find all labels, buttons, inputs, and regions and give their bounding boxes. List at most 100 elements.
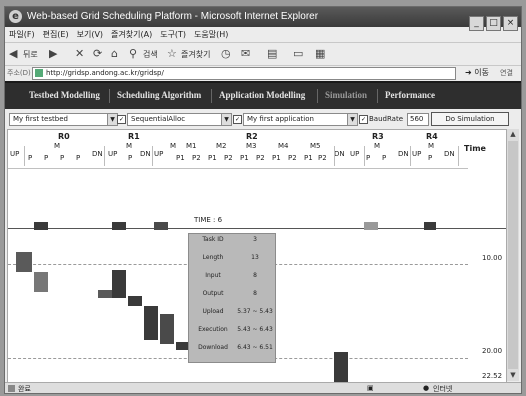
do-simulation-button[interactable]: Do Simulation [431, 112, 509, 126]
algorithm-select[interactable]: SequentialAlloc ▼ [127, 113, 232, 126]
popup-value: 13 [251, 254, 259, 261]
task-bar[interactable] [98, 290, 112, 298]
channel-label: UP [350, 150, 360, 158]
nav-performance[interactable]: Performance [385, 90, 435, 100]
machine-label: M5 [310, 142, 321, 150]
processor-label: P2 [318, 154, 327, 162]
menu-view[interactable]: 보기(V) [73, 28, 107, 41]
popup-value: 5.37 ~ 5.43 [237, 308, 273, 315]
task-bar[interactable] [364, 222, 378, 230]
go-button-label: 이동 [474, 68, 489, 77]
menu-file[interactable]: 파일(F) [5, 28, 39, 41]
processor-label: P [60, 154, 65, 162]
task-bar[interactable] [128, 296, 142, 306]
back-arrow-icon[interactable]: ◀ [9, 47, 17, 61]
forward-arrow-icon[interactable]: ▶ [49, 47, 57, 61]
task-bar[interactable] [160, 314, 174, 344]
machine-label: M [374, 142, 381, 150]
channel-label: DN [444, 150, 455, 158]
algorithm-select-value: SequentialAlloc [131, 115, 186, 123]
column-divider [104, 146, 105, 166]
testbed-checkbox[interactable]: ✓ [117, 115, 126, 124]
processor-label: P [382, 154, 387, 162]
menu-edit[interactable]: 편집(E) [39, 28, 73, 41]
task-bar[interactable] [424, 222, 436, 230]
nav-divider [109, 89, 110, 103]
menu-favorites[interactable]: 즐겨찾기(A) [107, 28, 156, 41]
zone-text: 인터넷 [433, 385, 453, 393]
search-icon[interactable]: ⚲ [129, 47, 137, 61]
mail-icon[interactable]: ✉ [241, 47, 250, 61]
processor-label: P2 [288, 154, 297, 162]
column-divider [364, 146, 365, 166]
machine-label: M [54, 142, 61, 150]
task-bar[interactable] [34, 222, 48, 230]
task-bar[interactable] [16, 252, 32, 272]
menu-help[interactable]: 도움말(H) [190, 28, 232, 41]
go-button[interactable]: ➜ 이동 [465, 67, 489, 78]
favorites-button-label[interactable]: 즐겨찾기 [181, 49, 210, 60]
resource-header-r0: R0 [58, 132, 70, 141]
task-bar[interactable] [154, 222, 168, 230]
app-nav-bar: Testbed Modelling Scheduling Algorithm A… [5, 81, 521, 109]
popup-row-output: Output 8 [189, 290, 275, 304]
nav-testbed-modelling[interactable]: Testbed Modelling [29, 90, 100, 100]
machine-label: M2 [216, 142, 227, 150]
search-button-label[interactable]: 검색 [143, 49, 158, 60]
task-bar[interactable] [112, 270, 126, 298]
nav-scheduling-algorithm[interactable]: Scheduling Algorithm [117, 90, 201, 100]
url-input[interactable]: http://gridsp.andong.ac.kr/gridsp/ [32, 67, 456, 80]
task-bar[interactable] [144, 306, 158, 340]
chevron-down-icon: ▼ [107, 114, 117, 125]
status-text: 완료 [18, 385, 31, 393]
print-icon[interactable]: ▤ [267, 47, 277, 61]
channel-label: UP [412, 150, 422, 158]
task-bar[interactable] [334, 352, 348, 382]
application-checkbox[interactable]: ✓ [359, 115, 368, 124]
refresh-icon[interactable]: ⟳ [93, 47, 102, 61]
internet-globe-icon: ● [423, 384, 430, 392]
popup-row-download: Download 6.43 ~ 6.51 [189, 344, 275, 358]
stop-icon[interactable]: ✕ [75, 47, 84, 61]
baudrate-input[interactable]: 560 [407, 113, 429, 126]
machine-label: M1 [186, 142, 197, 150]
edit-icon[interactable]: ▭ [293, 47, 303, 61]
menu-tools[interactable]: 도구(T) [156, 28, 190, 41]
time-label-20: 20.00 [482, 347, 503, 355]
scroll-down-icon[interactable]: ▼ [508, 370, 518, 380]
machine-label: M [126, 142, 133, 150]
algorithm-checkbox[interactable]: ✓ [233, 115, 242, 124]
testbed-select[interactable]: My first testbed ▼ [9, 113, 118, 126]
popup-key: Task ID [202, 236, 224, 243]
back-button-label[interactable]: 뒤로 [23, 49, 38, 60]
nav-divider [317, 89, 318, 103]
nav-simulation[interactable]: Simulation [325, 90, 367, 100]
application-select[interactable]: My first application ▼ [243, 113, 358, 126]
page-done-icon [8, 385, 15, 392]
popup-value: 5.43 ~ 6.43 [237, 326, 273, 333]
nav-application-modelling[interactable]: Application Modelling [219, 90, 305, 100]
testbed-select-value: My first testbed [13, 115, 68, 123]
resource-header-r4: R4 [426, 132, 438, 141]
processor-label: P1 [240, 154, 249, 162]
processor-label: P [128, 154, 133, 162]
favorites-star-icon[interactable]: ☆ [167, 47, 177, 61]
scroll-up-icon[interactable]: ▲ [508, 129, 518, 139]
task-bar[interactable] [112, 222, 126, 230]
title-bar[interactable]: e Web-based Grid Scheduling Platform - M… [5, 7, 521, 31]
history-icon[interactable]: ◷ [221, 47, 231, 61]
popup-value: 8 [253, 272, 257, 279]
chevron-down-icon: ▼ [347, 114, 357, 125]
processor-label: P [76, 154, 81, 162]
messenger-icon[interactable]: ▦ [315, 47, 325, 61]
popup-key: Length [202, 254, 224, 261]
links-button[interactable]: 연결 [500, 68, 513, 78]
popup-row-length: Length 13 [189, 254, 275, 268]
home-icon[interactable]: ⌂ [111, 47, 118, 61]
processor-label: P2 [192, 154, 201, 162]
simulation-controls: My first testbed ▼ ✓ SequentialAlloc ▼ ✓… [5, 111, 521, 127]
scroll-thumb[interactable] [508, 141, 518, 369]
vertical-scrollbar[interactable]: ▲ ▼ [506, 129, 519, 381]
page-icon [35, 69, 43, 77]
task-bar[interactable] [34, 272, 48, 292]
